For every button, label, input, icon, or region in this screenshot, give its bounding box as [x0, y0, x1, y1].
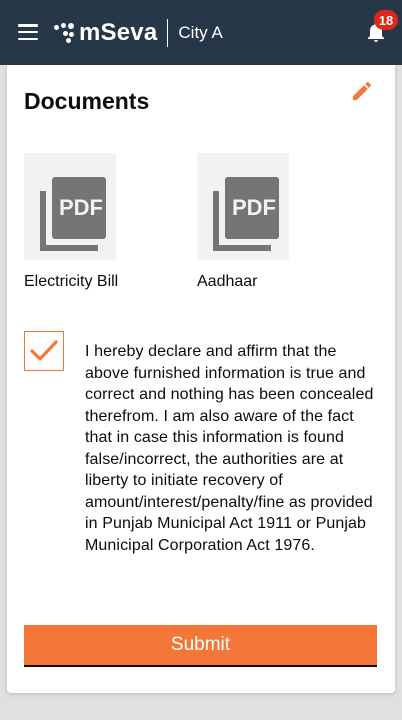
brand-name: mSeva: [79, 19, 158, 46]
document-label-aadhaar: Aadhaar: [197, 273, 258, 290]
checkmark-icon: [30, 340, 58, 361]
mseva-logo-icon: [54, 22, 76, 44]
submit-button[interactable]: Submit: [24, 625, 377, 667]
document-thumbnail-aadhaar[interactable]: PDF: [197, 153, 289, 260]
documents-card: Documents PDF Electricity Bill PDF Aadha…: [7, 65, 395, 693]
pdf-icon: PDF: [213, 177, 279, 251]
pencil-icon[interactable]: [350, 79, 374, 103]
notification-count-badge: 18: [374, 10, 398, 30]
declaration-checkbox[interactable]: [24, 331, 64, 371]
brand-logo: mSeva City A: [54, 19, 223, 47]
documents-title: Documents: [24, 88, 150, 114]
city-name: City A: [178, 23, 223, 42]
hamburger-menu-icon[interactable]: [18, 24, 38, 40]
declaration-text: I hereby declare and affirm that the abo…: [85, 343, 374, 554]
brand-divider: [167, 19, 169, 47]
pdf-icon: PDF: [40, 177, 106, 251]
app-header: mSeva City A 18: [0, 0, 402, 65]
document-thumbnail-electricity-bill[interactable]: PDF: [24, 153, 116, 260]
document-label-electricity-bill: Electricity Bill: [24, 273, 119, 290]
svg-text:PDF: PDF: [232, 195, 276, 220]
svg-text:PDF: PDF: [59, 195, 103, 220]
